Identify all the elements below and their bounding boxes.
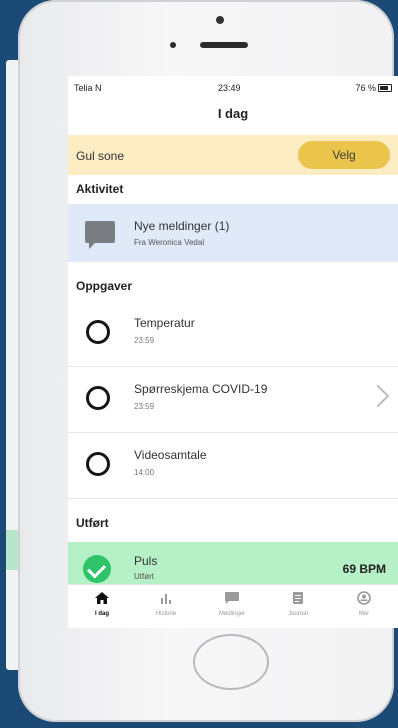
zone-banner: Gul sone Velg [68,135,398,175]
message-sender: Fra Weronica Vedal [134,238,205,247]
carrier-label: Telia N [74,83,102,93]
chevron-right-icon[interactable] [366,384,390,408]
page-title: I dag [217,106,249,121]
completed-title: Puls [134,554,158,568]
battery-percent: 76 % [355,83,376,93]
front-sensor [170,42,176,48]
task-time: 23:59 [134,402,155,411]
task-item-video-call[interactable]: Videosamtale 14:00 [68,434,398,499]
earpiece-speaker [200,42,248,48]
battery-icon [378,84,392,92]
task-item-covid-survey[interactable]: Spørreskjema COVID-19 23:59 [68,368,398,433]
new-messages-card[interactable]: Nye meldinger (1) Fra Weronica Vedal [68,204,398,262]
clipboard-icon [293,592,303,604]
phone-frame: Telia N 23:49 76 % I dag Gul sone Velg A… [18,0,398,722]
completed-status: Utført [134,572,154,581]
tab-label: Historie [155,611,177,617]
app-screen: Telia N 23:49 76 % I dag Gul sone Velg A… [68,76,398,628]
bar-chart-icon [161,594,171,604]
tab-today[interactable]: I dag [72,589,132,627]
check-icon [83,555,111,583]
home-button[interactable] [193,634,269,690]
section-done: Utført [76,516,109,530]
task-title: Spørreskjema COVID-19 [134,382,268,396]
zone-label: Gul sone [76,149,125,163]
camera [216,16,224,24]
tab-journal[interactable]: Journal [268,589,328,627]
tab-history[interactable]: Historie [136,589,196,627]
tab-messages[interactable]: Meldinger [202,589,262,627]
tab-bar: I dag Historie Meldinger Journal Mer [68,584,398,628]
status-bar: Telia N 23:49 76 % [68,76,398,100]
task-circle-icon[interactable] [86,386,110,410]
task-circle-icon[interactable] [86,320,110,344]
task-title: Videosamtale [134,448,207,462]
task-item-temperature[interactable]: Temperatur 23:59 [68,302,398,367]
tab-label: Meldinger [218,611,246,617]
section-activity: Aktivitet [76,182,124,196]
chat-icon [225,592,239,604]
task-circle-icon[interactable] [86,452,110,476]
tab-label: Journal [288,611,308,617]
tab-label: Mer [358,611,370,617]
status-time: 23:49 [218,83,241,93]
home-icon [95,592,109,604]
tab-label: I dag [94,611,109,617]
tab-more[interactable]: Mer [334,589,394,627]
message-title: Nye meldinger (1) [134,219,230,233]
user-circle-icon [357,591,371,605]
select-zone-button[interactable]: Velg [298,141,390,169]
task-time: 23:59 [134,336,155,345]
task-title: Temperatur [134,316,195,330]
pulse-value: 69 BPM [342,562,386,576]
section-tasks: Oppgaver [76,279,133,293]
task-time: 14:00 [134,468,155,477]
chat-icon [85,221,115,249]
